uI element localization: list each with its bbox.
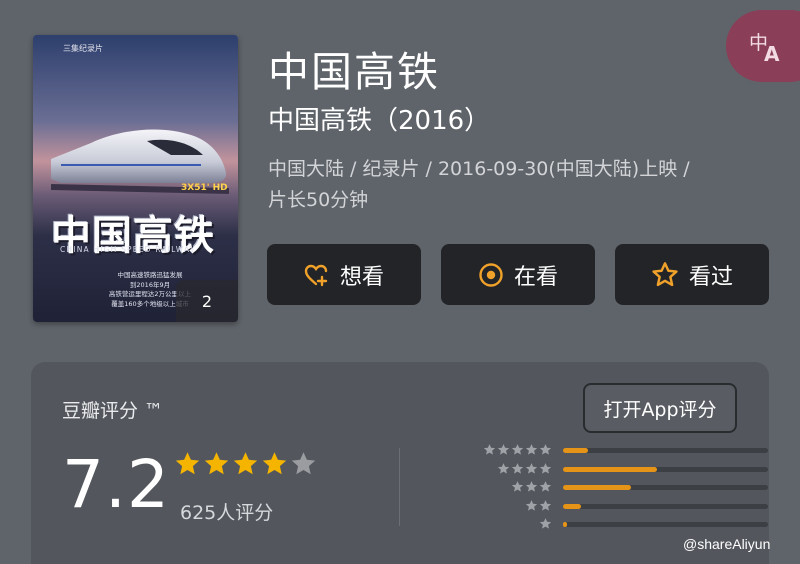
distribution-bar-fill — [563, 522, 568, 527]
divider — [399, 448, 400, 526]
small-star-icon — [539, 499, 552, 511]
want-to-watch-button[interactable]: 想看 — [267, 244, 421, 305]
distribution-row-2-star — [441, 499, 768, 513]
distribution-row-5-star — [441, 443, 768, 457]
page-subtitle: 中国高铁（2016） — [268, 106, 491, 136]
movie-meta-line-2: 片长50分钟 — [268, 189, 369, 211]
small-star-icon — [497, 444, 510, 455]
star-filled-icon — [262, 452, 287, 475]
small-star-icon — [525, 444, 538, 455]
rating-card: 豆瓣评分 ™ 打开App评分 7.2 625人评分 — [31, 362, 769, 564]
distribution-bar-fill — [563, 503, 582, 509]
small-star-icon — [511, 481, 524, 492]
star-filled-icon — [233, 452, 258, 475]
distribution-stars — [539, 517, 552, 530]
distribution-bar-track — [563, 503, 768, 509]
rating-count[interactable]: 625人评分 — [180, 498, 273, 525]
distribution-bar-fill — [563, 448, 588, 453]
distribution-stars — [483, 443, 552, 456]
small-star-icon — [539, 444, 552, 455]
distribution-bar-fill — [563, 466, 658, 472]
movie-poster[interactable]: 三集纪录片 3X51' HD 中国高铁 CHINA HIGH SPEED RAI… — [33, 35, 238, 322]
small-star-icon — [539, 518, 552, 529]
rating-stars — [174, 450, 317, 477]
translate-button[interactable]: 中 A — [726, 10, 800, 82]
distribution-row-3-star — [441, 480, 768, 494]
small-star-icon — [525, 462, 538, 474]
distribution-bar-track — [563, 485, 768, 490]
open-app-rate-button[interactable]: 打开App评分 — [583, 383, 737, 433]
poster-subtitle: CHINA HIGH SPEED RAILWAY — [60, 245, 196, 254]
svg-text:A: A — [764, 42, 780, 65]
small-star-icon — [511, 462, 524, 474]
small-star-icon — [497, 462, 510, 474]
watermark: @shareAliyun — [683, 536, 771, 552]
watched-button[interactable]: 看过 — [615, 244, 769, 305]
star-filled-icon — [204, 452, 229, 475]
rating-score: 7.2 — [62, 446, 170, 523]
small-star-icon — [511, 444, 524, 455]
distribution-bar-track — [563, 522, 768, 527]
distribution-row-4-star — [441, 462, 768, 476]
small-star-icon — [539, 462, 552, 474]
translate-icon: 中 A — [749, 32, 780, 65]
star-empty-icon — [291, 452, 316, 475]
poster-photo-count[interactable]: 2 — [176, 280, 238, 322]
watching-label: 在看 — [513, 264, 558, 290]
target-circle-icon — [479, 262, 503, 287]
poster-top-caption: 三集纪录片 — [63, 44, 103, 53]
distribution-bar-track — [563, 448, 768, 453]
star-outline-icon — [652, 262, 678, 287]
want-to-watch-label: 想看 — [339, 264, 384, 290]
watching-button[interactable]: 在看 — [441, 244, 595, 305]
heart-plus-icon — [304, 264, 328, 286]
distribution-row-1-star — [441, 517, 768, 531]
small-star-icon — [525, 481, 538, 492]
small-star-icon — [539, 481, 552, 492]
distribution-stars — [511, 480, 552, 493]
movie-meta-line-1: 中国大陆 / 纪录片 / 2016-09-30(中国大陆)上映 / — [268, 158, 690, 180]
distribution-stars — [525, 499, 552, 512]
small-star-icon — [525, 499, 538, 511]
poster-hd-label: 3X51' HD — [181, 183, 228, 193]
page-title: 中国高铁 — [268, 48, 440, 96]
distribution-stars — [497, 462, 552, 475]
distribution-bar-track — [563, 466, 768, 472]
rating-label: 豆瓣评分 ™ — [62, 400, 164, 422]
distribution-bar-fill — [563, 485, 631, 490]
watched-label: 看过 — [688, 264, 733, 290]
small-star-icon — [483, 444, 496, 455]
star-filled-icon — [175, 452, 200, 475]
